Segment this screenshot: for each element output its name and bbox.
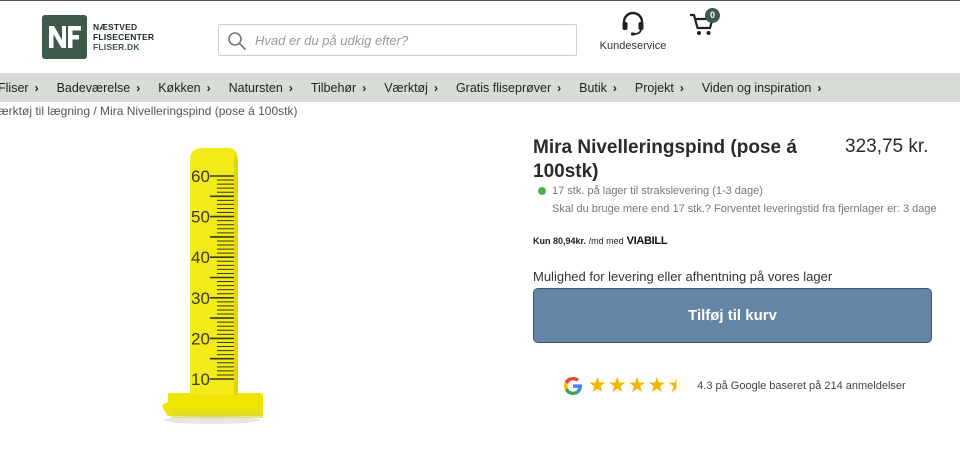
logo-mark (42, 15, 87, 59)
site-logo[interactable]: NÆSTVED FLISECENTER FLISER.DK (42, 15, 154, 59)
chevron-right-icon: › (557, 80, 562, 95)
nav-item-label: Fliser (0, 80, 29, 95)
customer-service-label: Kundeservice (599, 40, 667, 52)
google-reviews[interactable]: ★ ★ ★ ★ ★ 4.3 på Google baseret på 214 a… (563, 375, 906, 397)
product-title: Mira Nivelleringspind (pose á 100stk) (533, 137, 797, 182)
nav-item-køkken[interactable]: Køkken › (149, 81, 219, 95)
stock-status: 17 stk. på lager til strakslevering (1-3… (538, 185, 763, 197)
ruler-label: 30 (191, 289, 210, 308)
search-icon[interactable] (227, 31, 247, 56)
nav-item-label: Badeværelse (56, 80, 131, 95)
nav-item-badeværelse[interactable]: Badeværelse › (48, 81, 150, 95)
logo-line-2: FLISECENTER (93, 32, 155, 42)
logo-line-3: FLISER.DK (93, 42, 140, 52)
star-full-icon: ★ (607, 374, 627, 397)
nf-logo-icon (42, 15, 87, 59)
stock-note: Skal du bruge mere end 17 stk.? Forvente… (552, 203, 937, 215)
viabill-logo: VIABILL (626, 235, 668, 247)
leveling-stick-image: 60 50 40 30 20 10 (162, 148, 263, 424)
ruler-label: 60 (191, 167, 210, 186)
nav-item-label: Butik (579, 80, 607, 95)
cart-button[interactable]: 0 (688, 8, 720, 43)
nav-item-label: Viden og inspiration (701, 80, 812, 95)
ruler-label: 20 (191, 329, 210, 348)
chevron-right-icon: › (817, 80, 822, 95)
headset-icon (622, 11, 644, 36)
viabill-prefix: Kun (533, 236, 551, 246)
nav-item-værktøj[interactable]: Værktøj › (375, 81, 447, 95)
chevron-right-icon: › (362, 80, 367, 95)
nav-item-label: Natursten (228, 80, 283, 95)
nav-item-label: Køkken (158, 80, 201, 95)
stock-text: 17 stk. på lager til strakslevering (1-3… (552, 185, 763, 197)
delivery-info: Mulighed for levering eller afhentning p… (533, 269, 833, 284)
cart-count-badge: 0 (705, 8, 720, 23)
customer-service-link[interactable]: Kundeservice (596, 10, 670, 52)
main-nav: Fliser › Badeværelse › Køkken › Natursten › Tilb… (0, 73, 960, 102)
nav-item-fliser[interactable]: Fliser › (0, 81, 48, 95)
star-full-icon: ★ (588, 374, 607, 397)
nav-item-label: Tilbehør (310, 80, 357, 95)
nav-item-tilbehør[interactable]: Tilbehør › (302, 81, 375, 95)
ruler-label: 50 (191, 208, 210, 227)
chevron-right-icon: › (288, 80, 293, 95)
chevron-right-icon: › (433, 80, 438, 95)
product-price: 323,75 kr. (845, 136, 929, 157)
reviews-text: 4.3 på Google baseret på 214 anmeldelser (697, 380, 906, 392)
product-image[interactable]: 60 50 40 30 20 10 (150, 140, 280, 430)
logo-wordmark: NÆSTVED FLISECENTER FLISER.DK (93, 22, 154, 52)
viabill-installment[interactable]: Kun 80,94kr. /md med VIABILL (533, 235, 668, 247)
breadcrumb[interactable]: ærktøj til lægning / Mira Nivelleringspi… (0, 104, 297, 118)
viabill-suffix: /md med (588, 236, 624, 246)
google-logo-icon (564, 377, 582, 395)
in-stock-dot-icon (538, 187, 546, 195)
chevron-right-icon: › (136, 80, 141, 95)
chevron-right-icon: › (34, 80, 39, 95)
nav-item-label: Gratis fliseprøver (455, 80, 552, 95)
nav-item-butik[interactable]: Butik › (570, 81, 626, 95)
star-half-icon: ★ (667, 374, 687, 397)
chevron-right-icon: › (612, 80, 617, 95)
viabill-amount: 80,94kr. (553, 236, 587, 246)
search-box[interactable] (218, 24, 577, 56)
chevron-right-icon: › (206, 80, 211, 95)
nav-item-viden-og-inspiration[interactable]: Viden og inspiration › (693, 81, 831, 95)
logo-line-1: NÆSTVED (93, 22, 138, 32)
nav-item-gratis-fliseprøver[interactable]: Gratis fliseprøver › (447, 81, 570, 95)
top-border (0, 0, 960, 1)
star-full-icon: ★ (647, 374, 667, 397)
ruler-label: 40 (191, 248, 210, 267)
nav-item-natursten[interactable]: Natursten › (220, 81, 302, 95)
chevron-right-icon: › (679, 80, 684, 95)
nav-item-projekt[interactable]: Projekt › (626, 81, 693, 95)
add-to-cart-button[interactable]: Tilføj til kurv (533, 288, 932, 343)
search-input[interactable] (255, 30, 565, 50)
ruler-label: 10 (191, 370, 210, 389)
nav-item-label: Værktøj (384, 80, 428, 95)
nav-item-label: Projekt (634, 80, 674, 95)
star-full-icon: ★ (627, 374, 647, 397)
star-rating: ★ ★ ★ ★ ★ (588, 375, 687, 397)
